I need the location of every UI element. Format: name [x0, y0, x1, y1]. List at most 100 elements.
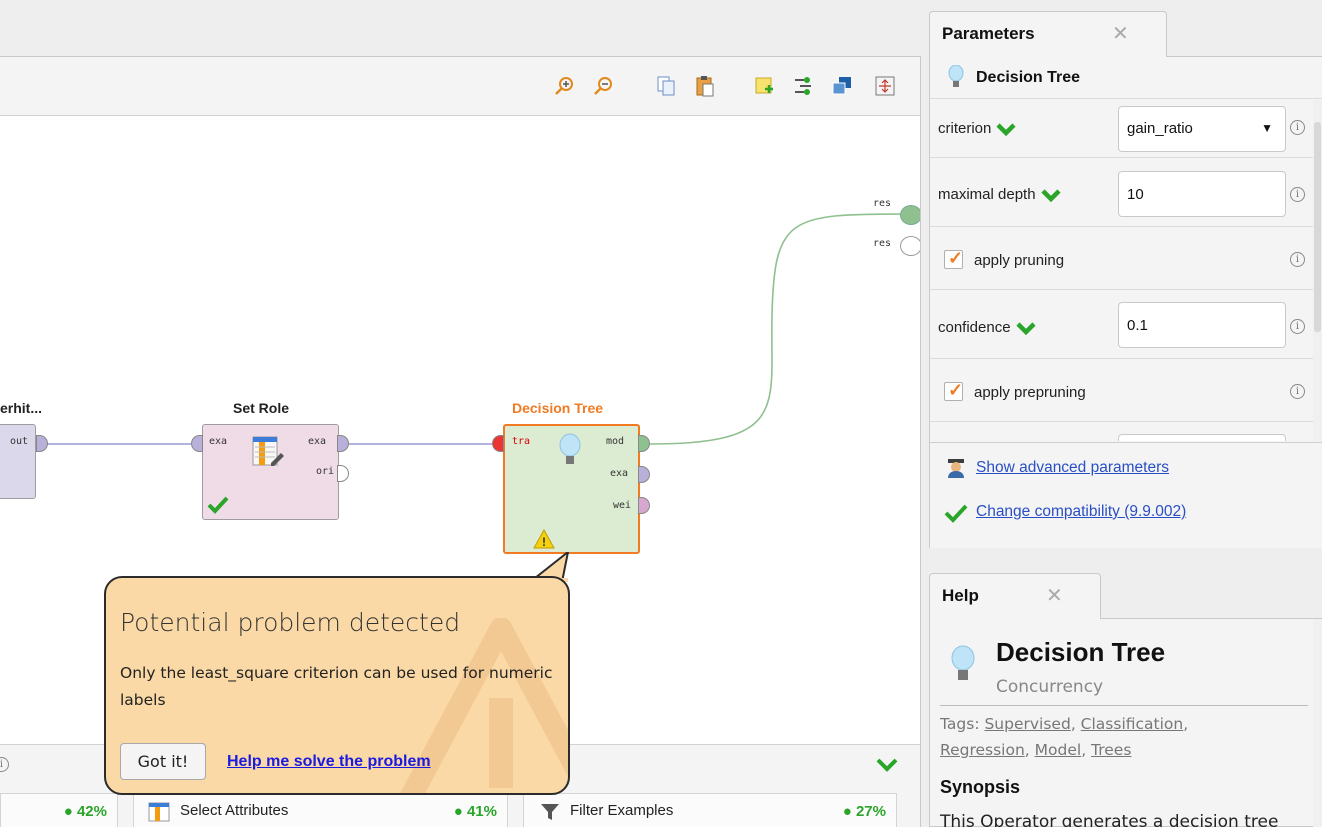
- parameters-footer: Show advanced parameters Change compatib…: [930, 442, 1322, 548]
- checkmark-icon: ✓: [948, 380, 964, 400]
- zoom-in-icon[interactable]: [553, 75, 575, 97]
- tag-link[interactable]: Classification: [1081, 715, 1184, 733]
- param-confidence: confidence 0.1 i: [930, 291, 1313, 359]
- info-icon[interactable]: i: [1290, 120, 1305, 135]
- result-port-2[interactable]: [900, 236, 920, 256]
- parameters-operator-name: Decision Tree: [976, 69, 1081, 86]
- tab-help[interactable]: Help ✕: [929, 573, 1101, 619]
- maximal-depth-input[interactable]: 10: [1118, 171, 1286, 217]
- tags-prefix: Tags:: [940, 715, 985, 733]
- port-label-out: out: [10, 436, 29, 447]
- param-apply-prepruning: ✓ apply prepruning i: [930, 360, 1313, 422]
- check-icon: [1015, 322, 1036, 336]
- popup-title: Potential problem detected: [120, 608, 461, 637]
- help-me-solve-link[interactable]: Help me solve the problem: [227, 753, 431, 771]
- port-in-tra[interactable]: [492, 435, 504, 452]
- svg-text:!: !: [542, 535, 546, 549]
- tag-link[interactable]: Trees: [1091, 741, 1131, 759]
- recommendation-pct: ● 41%: [454, 803, 497, 820]
- auto-wire-icon[interactable]: [792, 75, 814, 97]
- param-label-text: maximal depth: [938, 186, 1036, 203]
- divider: [940, 705, 1308, 706]
- result-port-label: res: [873, 238, 892, 249]
- copy-icon[interactable]: [655, 75, 677, 97]
- recommendation-pct-value: 41%: [466, 803, 497, 820]
- recommendation-tile[interactable]: ●​ 42%: [0, 793, 118, 827]
- process-toolbar: [0, 57, 920, 116]
- popup-message: Only the least_square criterion can be u…: [120, 664, 553, 709]
- warning-icon[interactable]: !: [533, 529, 555, 549]
- expert-user-icon: [948, 459, 964, 478]
- apply-pruning-checkbox[interactable]: ✓: [944, 248, 963, 269]
- param-label-text: confidence: [938, 319, 1011, 336]
- recommendation-pct: ● 27%: [843, 803, 886, 820]
- operator-title-set-role: Set Role: [233, 400, 290, 416]
- lightbulb-icon: [951, 645, 975, 680]
- recommendation-tile[interactable]: Select Attributes ● 41%: [133, 793, 508, 827]
- param-row-partial: [930, 423, 1313, 441]
- param-label: apply prepruning: [974, 384, 1086, 401]
- add-note-icon[interactable]: [753, 75, 775, 97]
- apply-prepruning-checkbox[interactable]: ✓: [944, 380, 964, 401]
- recommendation-pct: ●​ 42%: [64, 803, 107, 820]
- close-icon[interactable]: ✕: [1046, 583, 1063, 608]
- paste-icon[interactable]: [694, 75, 716, 97]
- fit-to-view-icon[interactable]: [874, 75, 896, 97]
- set-role-icon: [252, 436, 284, 466]
- param-label: confidence: [938, 319, 1036, 336]
- info-icon[interactable]: i: [1290, 252, 1305, 267]
- param-label: maximal depth: [938, 186, 1061, 203]
- close-icon[interactable]: ✕: [1112, 21, 1129, 46]
- tag-link[interactable]: Supervised: [984, 715, 1070, 733]
- help-scrollbar[interactable]: [1313, 619, 1322, 827]
- result-port-label: res: [873, 198, 892, 209]
- chevron-down-icon[interactable]: [876, 757, 898, 773]
- confidence-input[interactable]: 0.1: [1118, 302, 1286, 348]
- zoom-out-icon[interactable]: [592, 75, 614, 97]
- parameters-scrollbar[interactable]: [1313, 100, 1322, 442]
- got-it-button[interactable]: Got it!: [120, 743, 206, 780]
- recommendation-pct-value: 42%: [76, 803, 107, 820]
- change-compatibility-link[interactable]: Change compatibility (9.9.002): [976, 503, 1186, 521]
- port-label-exa: exa: [209, 436, 228, 447]
- dropdown-arrow-icon: ▼: [1261, 121, 1273, 135]
- show-advanced-parameters-link[interactable]: Show advanced parameters: [976, 459, 1169, 477]
- users-icon: ●: [453, 803, 463, 820]
- operator-title: erhit...: [0, 400, 43, 416]
- port-label-wei: wei: [613, 500, 632, 511]
- tab-parameters[interactable]: Parameters ✕: [929, 11, 1167, 57]
- port-label-ori: ori: [316, 466, 335, 477]
- info-icon[interactable]: i: [0, 757, 9, 772]
- help-panel: Decision Tree Concurrency Tags: Supervis…: [929, 618, 1322, 827]
- info-icon[interactable]: i: [1290, 384, 1305, 399]
- info-icon[interactable]: i: [1290, 187, 1305, 202]
- parameters-header: Decision Tree: [930, 57, 1322, 99]
- help-tags: Tags: Supervised, Classification, Regres…: [940, 715, 1189, 759]
- tag-link[interactable]: Model: [1035, 741, 1082, 759]
- tab-parameters-label: Parameters: [942, 24, 1035, 43]
- check-icon: [1040, 189, 1061, 203]
- result-port-1[interactable]: [900, 205, 920, 225]
- recommendation-label: Select Attributes: [180, 802, 289, 819]
- scrollbar-thumb[interactable]: [1314, 122, 1321, 332]
- tag-link[interactable]: Regression: [940, 741, 1025, 759]
- parameters-panel: Decision Tree criterion gain_ratio ▼ i m…: [929, 56, 1322, 548]
- port-in-exa[interactable]: [191, 435, 203, 452]
- criterion-select[interactable]: gain_ratio ▼: [1118, 106, 1286, 152]
- help-subtitle: Concurrency: [996, 677, 1104, 697]
- port-label-tra: tra: [512, 436, 531, 447]
- param-maximal-depth: maximal depth 10 i: [930, 159, 1313, 227]
- partial-input[interactable]: [1118, 434, 1286, 441]
- info-icon[interactable]: i: [1290, 319, 1305, 334]
- synopsis-text: This Operator generates a decision tree: [940, 812, 1279, 827]
- users-icon: ●: [842, 803, 852, 820]
- port-label-exa: exa: [610, 468, 629, 479]
- lightbulb-icon: [948, 65, 964, 87]
- arrange-icon[interactable]: [831, 75, 853, 97]
- help-title: Decision Tree: [996, 637, 1166, 667]
- ok-check-icon: [207, 496, 229, 514]
- recommendation-tile[interactable]: Filter Examples ● 27%: [523, 793, 897, 827]
- recommendation-pct-value: 27%: [855, 803, 886, 820]
- problem-popup: Potential problem detected Only the leas…: [104, 576, 570, 795]
- port-label-exa: exa: [308, 436, 327, 447]
